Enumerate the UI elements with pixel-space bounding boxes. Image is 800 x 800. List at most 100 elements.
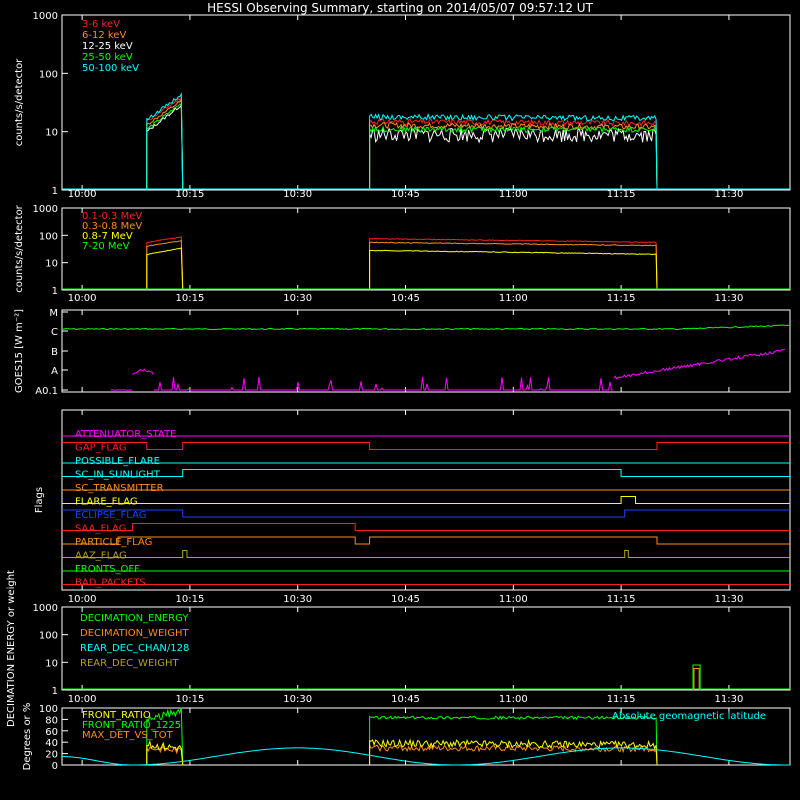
y-tick-label: C (51, 327, 58, 338)
legend-entry: 50-100 keV (82, 63, 139, 74)
x-tick-label: 10:15 (176, 293, 205, 304)
y-tick-label: 100 (39, 231, 58, 242)
y-axis-label: counts/s/detector (14, 204, 25, 292)
legend-entry: DECIMATION_ENERGY (80, 613, 189, 624)
legend-entry: 7-20 MeV (82, 241, 130, 252)
x-tick-label: 10:30 (283, 293, 312, 304)
y-tick-label: B (51, 347, 58, 358)
y-tick-label: 10 (45, 259, 58, 270)
y-tick-label: 1000 (33, 603, 58, 614)
y-tick-label: A (51, 366, 58, 377)
y-tick-label: 100 (39, 69, 58, 80)
x-tick-label: 11:30 (715, 293, 744, 304)
series-line (146, 92, 184, 191)
y-axis-label: Flags (34, 487, 45, 513)
x-tick-label: 11:15 (607, 694, 636, 705)
x-tick-label: 10:45 (391, 594, 420, 605)
legend-entry: 12-25 keV (82, 41, 133, 52)
y-axis-label: DECIMATION ENERGY or weight (6, 570, 17, 727)
series-line (613, 348, 786, 380)
flag-label: SC_IN_SUNLIGHT (75, 470, 161, 481)
x-tick-label: 10:00 (68, 694, 97, 705)
x-tick-label: 10:15 (176, 189, 205, 200)
flag-line (62, 509, 790, 518)
x-tick-label: 10:00 (68, 594, 97, 605)
flag-line (62, 469, 790, 477)
x-tick-label: 11:00 (499, 594, 528, 605)
y-tick-label: 100 (39, 631, 58, 642)
series-line (369, 249, 658, 291)
flag-line (62, 523, 790, 531)
legend-entry: DECIMATION_WEIGHT (80, 628, 189, 639)
series-line (146, 98, 184, 191)
legend-entry: 3-6 keV (82, 19, 120, 30)
x-tick-label: 11:00 (499, 189, 528, 200)
y-tick-label: 1 (52, 686, 58, 697)
y-tick-label: 10 (45, 658, 58, 669)
annotation: Absolute geomagnetic latitude (612, 711, 766, 722)
series-line (146, 103, 184, 191)
y-tick-label: 10 (45, 128, 58, 139)
x-tick-label: 11:30 (715, 694, 744, 705)
x-tick-label: 10:15 (176, 694, 205, 705)
legend-entry: 6-12 keV (82, 30, 126, 41)
series-line (369, 241, 658, 291)
flag-label: GAP_FLAG (75, 443, 127, 454)
panel-frame (61, 207, 791, 291)
y-tick-label: 1 (52, 186, 58, 197)
x-tick-label: 10:30 (283, 694, 312, 705)
flag-label: FLARE_FLAG (75, 497, 138, 508)
x-tick-label: 11:00 (499, 694, 528, 705)
flag-label: POSSIBLE_FLARE (75, 456, 160, 467)
series-line (369, 237, 658, 291)
y-tick-label: 1000 (33, 11, 58, 22)
flag-line (62, 536, 790, 545)
flag-line (62, 550, 790, 558)
chart-title: HESSI Observing Summary, starting on 201… (207, 1, 593, 15)
y-tick-label: 60 (45, 727, 58, 738)
flag-label: AAZ_FLAG (75, 551, 127, 562)
x-tick-label: 10:00 (68, 293, 97, 304)
flag-line (62, 496, 790, 504)
flag-label: SC_TRANSMITTER (75, 483, 164, 494)
x-tick-label: 11:30 (715, 594, 744, 605)
series-line (146, 235, 184, 291)
series-line (110, 389, 133, 391)
y-tick-label: A0.1 (35, 386, 58, 397)
y-tick-label: 20 (45, 750, 58, 761)
x-tick-label: 10:30 (283, 189, 312, 200)
x-tick-label: 11:30 (715, 189, 744, 200)
series-line (146, 240, 184, 291)
flag-line (62, 442, 790, 450)
legend-entry: 25-50 keV (82, 52, 133, 63)
y-tick-label: 0 (52, 761, 58, 772)
series-line (154, 376, 613, 391)
x-tick-label: 10:15 (176, 594, 205, 605)
x-tick-label: 11:15 (607, 594, 636, 605)
series-line (146, 739, 184, 766)
panel-frame (61, 309, 791, 393)
series-line (132, 368, 154, 376)
series-line (693, 667, 700, 690)
y-tick-label: 1000 (33, 204, 58, 215)
x-tick-label: 11:15 (607, 293, 636, 304)
x-tick-label: 10:45 (391, 694, 420, 705)
legend-entry: REAR_DEC_CHAN/128 (80, 643, 189, 654)
series-line (369, 126, 658, 191)
series-line (146, 103, 184, 191)
flag-label: BAD_PACKETS (75, 578, 146, 589)
flag-label: ATTENUATOR_STATE (75, 429, 176, 440)
series-line (61, 324, 791, 331)
flag-label: PARTICLE_FLAG (75, 537, 152, 548)
y-axis-label: counts/s/detector (14, 58, 25, 146)
y-tick-label: 1 (52, 286, 58, 297)
flag-label: FRONTS_OFF (75, 564, 140, 575)
x-tick-label: 11:15 (607, 189, 636, 200)
x-tick-label: 10:30 (283, 594, 312, 605)
flag-label: SAA_FLAG (75, 524, 126, 535)
flag-label: ECLIPSE_FLAG (75, 510, 146, 521)
x-tick-label: 10:00 (68, 189, 97, 200)
x-tick-label: 10:45 (391, 293, 420, 304)
x-tick-label: 11:00 (499, 293, 528, 304)
y-axis-label: Degrees or % (22, 703, 33, 771)
